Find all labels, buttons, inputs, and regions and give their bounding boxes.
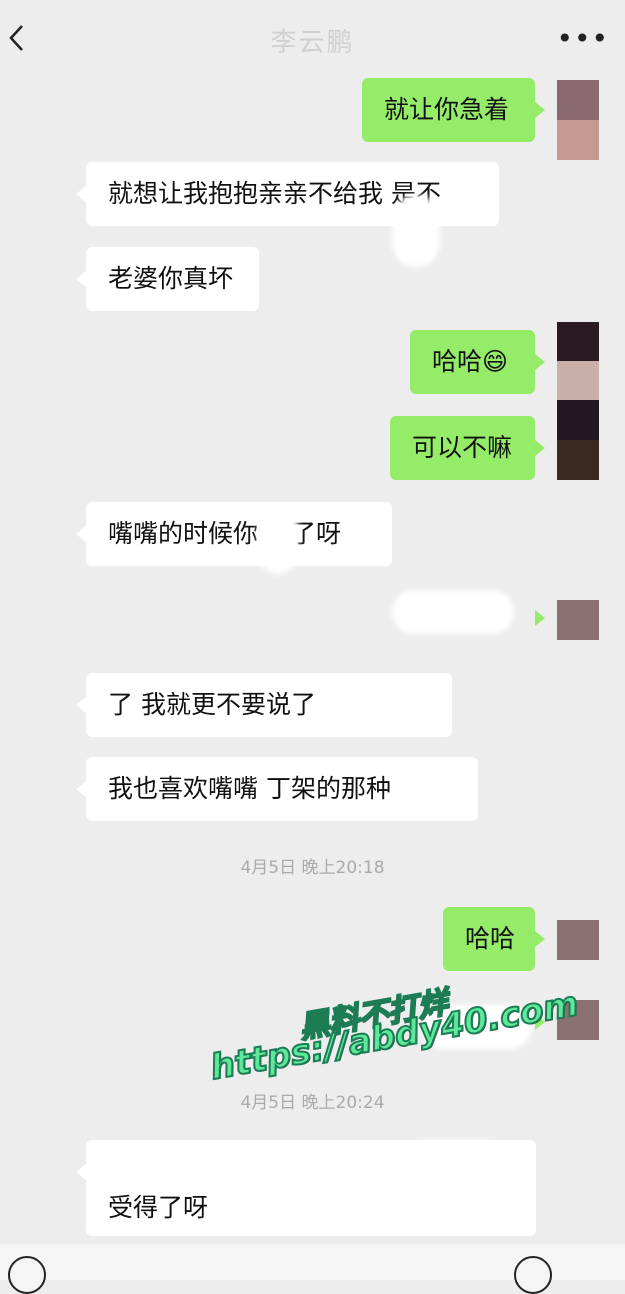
redaction-blur: [410, 1140, 500, 1180]
message-bubble-received[interactable]: 嘴嘴的时候你 得了呀: [76, 502, 392, 566]
message-bubble-sent[interactable]: 就让你急着: [362, 78, 545, 142]
avatar[interactable]: [557, 322, 599, 400]
avatar[interactable]: [557, 80, 599, 160]
avatar[interactable]: [557, 920, 599, 960]
message-bubble-sent[interactable]: 哈哈😄: [410, 330, 545, 394]
message-text: 受得了呀: [108, 1193, 209, 1222]
chat-title: 李云鹏: [270, 28, 355, 58]
message-text: 哈哈😄: [432, 347, 509, 376]
timestamp: 4月5日 晚上20:24: [240, 1093, 385, 1113]
message-bubble-received[interactable]: 了 我就更不要说了: [76, 673, 452, 737]
message-text: 老婆你真坏: [108, 264, 234, 293]
avatar[interactable]: [557, 400, 599, 480]
message-bubble-received[interactable]: 我也喜欢嘴嘴 丁架的那种: [76, 757, 478, 821]
timestamp: 4月5日 晚上20:18: [240, 858, 385, 878]
voice-icon[interactable]: [8, 1256, 46, 1294]
redaction-blur: [392, 590, 514, 634]
message-text: 了 我就更不要说了: [108, 690, 316, 719]
message-bubble-sent[interactable]: 哈哈: [443, 907, 545, 971]
message-text: 可以不嘛: [412, 433, 513, 462]
emoji-icon[interactable]: [514, 1256, 552, 1294]
message-bubble-received[interactable]: 老婆你真坏: [76, 247, 259, 311]
message-bubble-sent[interactable]: 可以不嘛: [390, 416, 545, 480]
message-text: 我也喜欢嘴嘴 丁架的那种: [108, 774, 391, 803]
message-text: 哈哈: [465, 924, 516, 953]
more-options-icon[interactable]: •••: [556, 22, 609, 55]
chat-header: 李云鹏 •••: [0, 0, 625, 78]
redaction-blur: [392, 195, 440, 267]
message-text: 就让你急着: [384, 95, 510, 124]
avatar[interactable]: [557, 600, 599, 640]
input-bar: [0, 1244, 625, 1294]
redaction-blur: [258, 504, 298, 574]
message-text: 就想让我抱抱亲亲不给我 是不: [108, 179, 441, 208]
message-text: 嘴嘴的时候你 得了呀: [108, 519, 341, 548]
